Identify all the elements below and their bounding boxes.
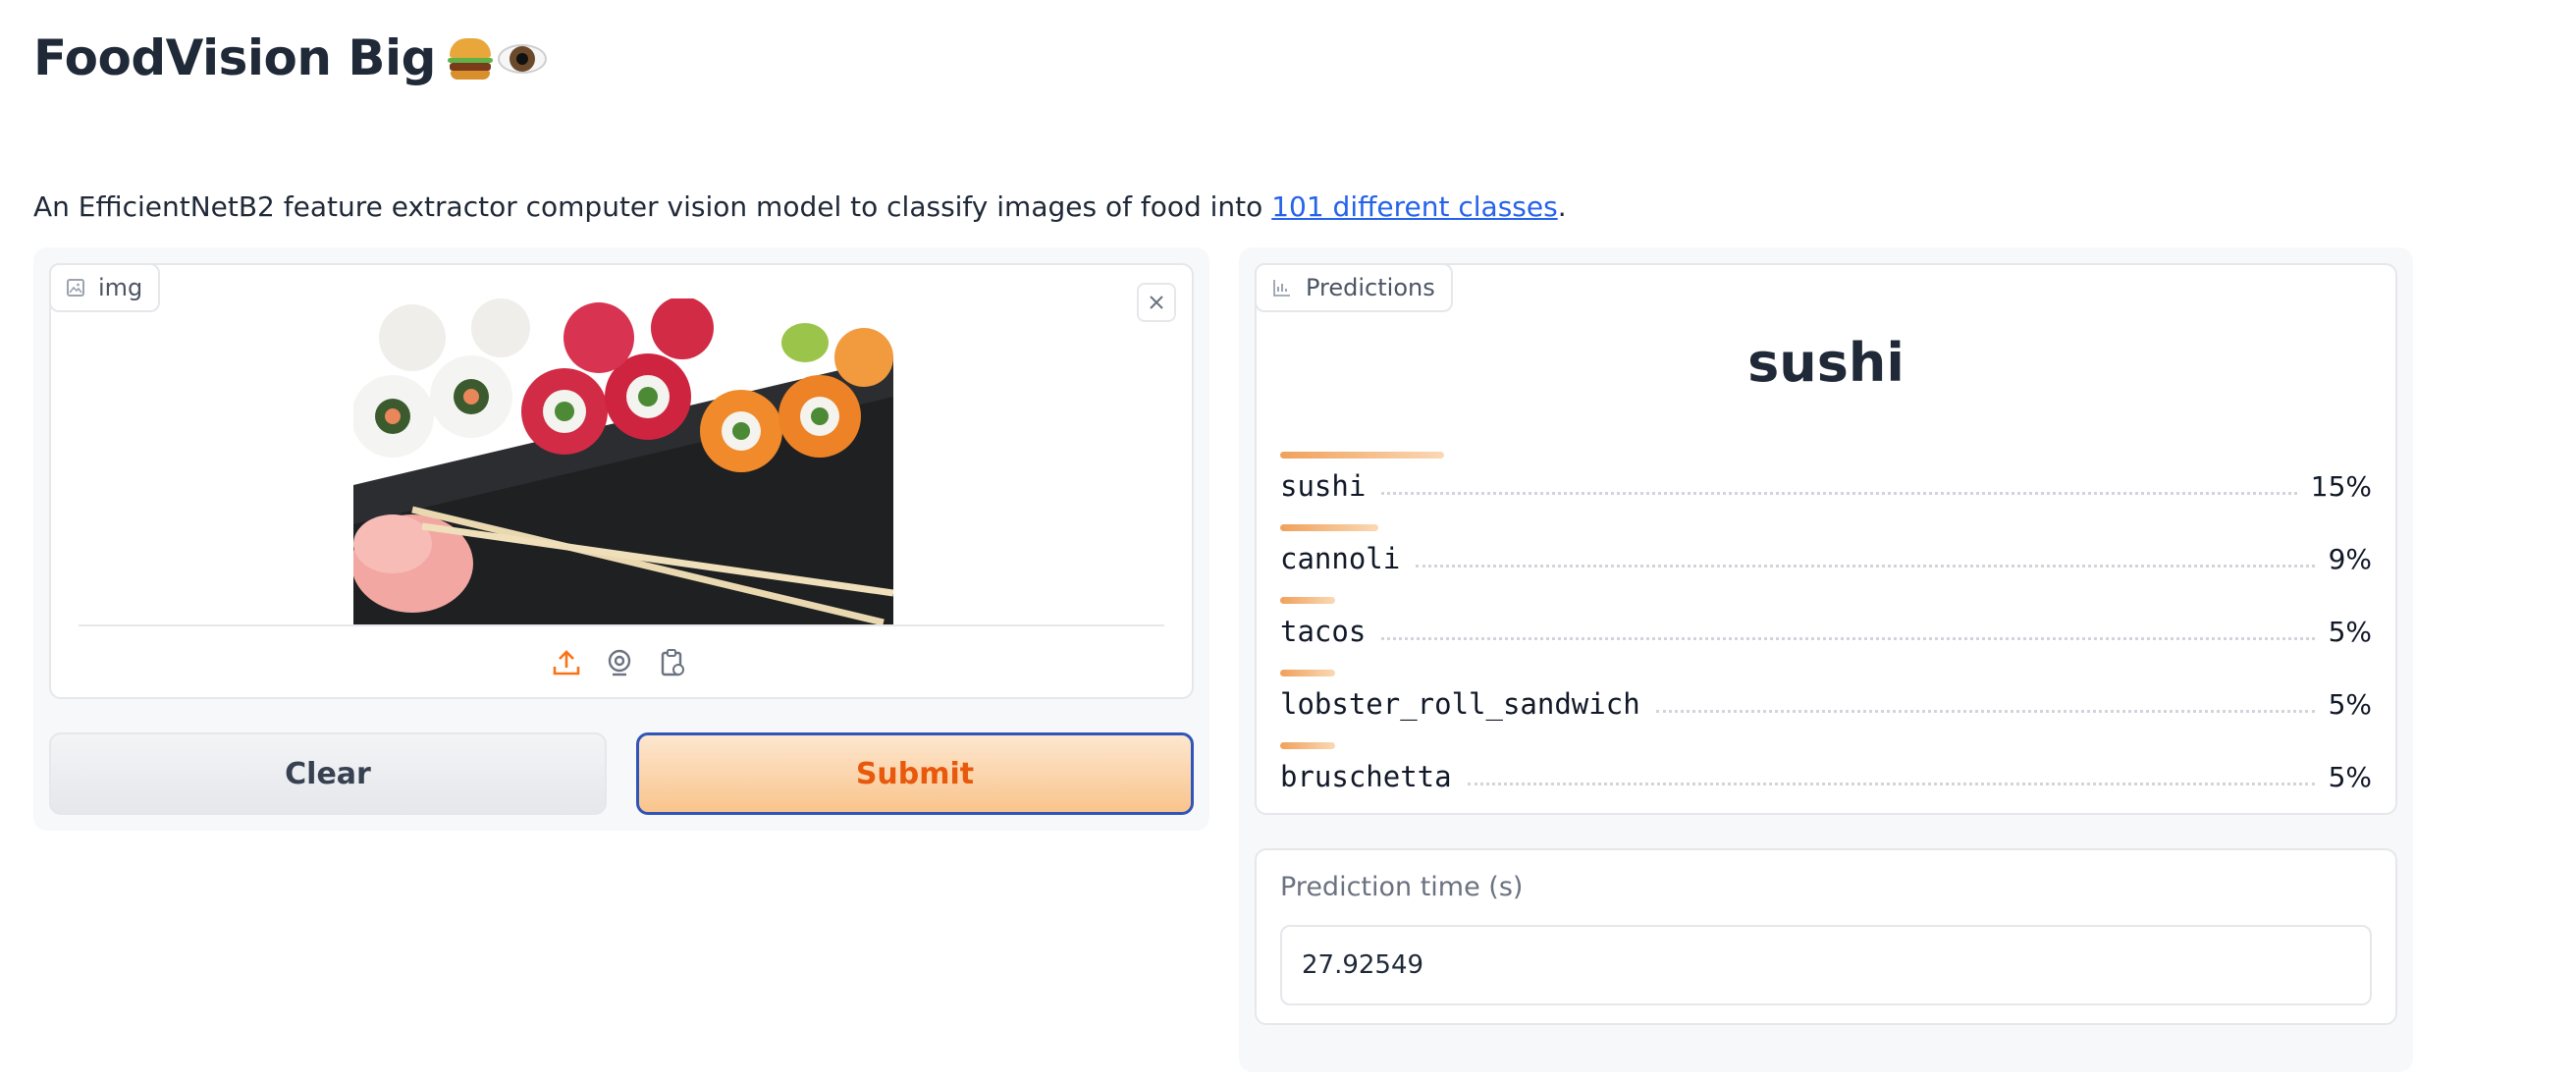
confidence-bar bbox=[1280, 452, 1444, 459]
classes-link[interactable]: 101 different classes bbox=[1271, 190, 1557, 223]
image-input-label: img bbox=[49, 263, 161, 312]
prediction-class: sushi bbox=[1280, 469, 1367, 503]
prediction-class: lobster_roll_sandwich bbox=[1280, 687, 1640, 721]
prediction-percent: 15% bbox=[2310, 470, 2372, 503]
hamburger-icon bbox=[447, 34, 493, 81]
prediction-list: sushi 15% cannoli 9% tacos 5% lobster_ro… bbox=[1280, 452, 2372, 815]
prediction-row: lobster_roll_sandwich 5% bbox=[1280, 670, 2372, 742]
predictions-output: Predictions sushi sushi 15% cannoli 9% t… bbox=[1255, 263, 2397, 815]
confidence-bar bbox=[1280, 597, 1335, 604]
clipboard-icon[interactable] bbox=[656, 646, 689, 679]
webcam-icon[interactable] bbox=[603, 646, 636, 679]
dotted-leader bbox=[1655, 710, 2315, 713]
image-input-label-text: img bbox=[98, 274, 143, 301]
dotted-leader bbox=[1381, 492, 2297, 495]
prediction-time-field[interactable]: 27.92549 bbox=[1280, 925, 2372, 1005]
clear-button[interactable]: Clear bbox=[49, 732, 607, 815]
submit-button[interactable]: Submit bbox=[636, 732, 1194, 815]
prediction-row: sushi 15% bbox=[1280, 452, 2372, 524]
title-emoji bbox=[447, 34, 548, 81]
page-title: FoodVision Big bbox=[33, 29, 548, 86]
prediction-percent: 9% bbox=[2328, 543, 2372, 575]
eye-icon bbox=[497, 34, 548, 81]
prediction-percent: 5% bbox=[2328, 761, 2372, 793]
description-text: An EfficientNetB2 feature extractor comp… bbox=[33, 190, 1272, 223]
prediction-time-output: Prediction time (s) 27.92549 bbox=[1255, 848, 2397, 1025]
prediction-class: bruschetta bbox=[1280, 760, 1452, 793]
image-input[interactable]: img bbox=[49, 263, 1194, 699]
confidence-bar bbox=[1280, 670, 1335, 676]
predictions-label-text: Predictions bbox=[1306, 274, 1435, 301]
bar-chart-icon bbox=[1272, 278, 1292, 298]
image-divider bbox=[79, 624, 1164, 626]
image-source-tools bbox=[550, 646, 689, 679]
close-icon bbox=[1150, 296, 1163, 309]
prediction-percent: 5% bbox=[2328, 688, 2372, 721]
confidence-bar bbox=[1280, 524, 1378, 531]
prediction-row: bruschetta 5% bbox=[1280, 742, 2372, 815]
confidence-bar bbox=[1280, 742, 1335, 749]
image-clear-button[interactable] bbox=[1137, 283, 1176, 322]
page-title-text: FoodVision Big bbox=[33, 29, 436, 86]
prediction-row: tacos 5% bbox=[1280, 597, 2372, 670]
prediction-class: cannoli bbox=[1280, 542, 1401, 575]
prediction-class: tacos bbox=[1280, 615, 1367, 648]
image-icon bbox=[67, 279, 84, 297]
uploaded-food-image bbox=[353, 298, 893, 624]
upload-icon[interactable] bbox=[550, 646, 583, 679]
description: An EfficientNetB2 feature extractor comp… bbox=[33, 190, 1567, 223]
dotted-leader bbox=[1467, 783, 2315, 785]
prediction-time-label: Prediction time (s) bbox=[1280, 872, 1524, 902]
prediction-row: cannoli 9% bbox=[1280, 524, 2372, 597]
prediction-percent: 5% bbox=[2328, 616, 2372, 648]
dotted-leader bbox=[1381, 637, 2315, 640]
dotted-leader bbox=[1416, 565, 2315, 568]
predictions-label: Predictions bbox=[1255, 263, 1453, 312]
description-period: . bbox=[1557, 190, 1567, 223]
top-prediction: sushi bbox=[1747, 332, 1905, 394]
